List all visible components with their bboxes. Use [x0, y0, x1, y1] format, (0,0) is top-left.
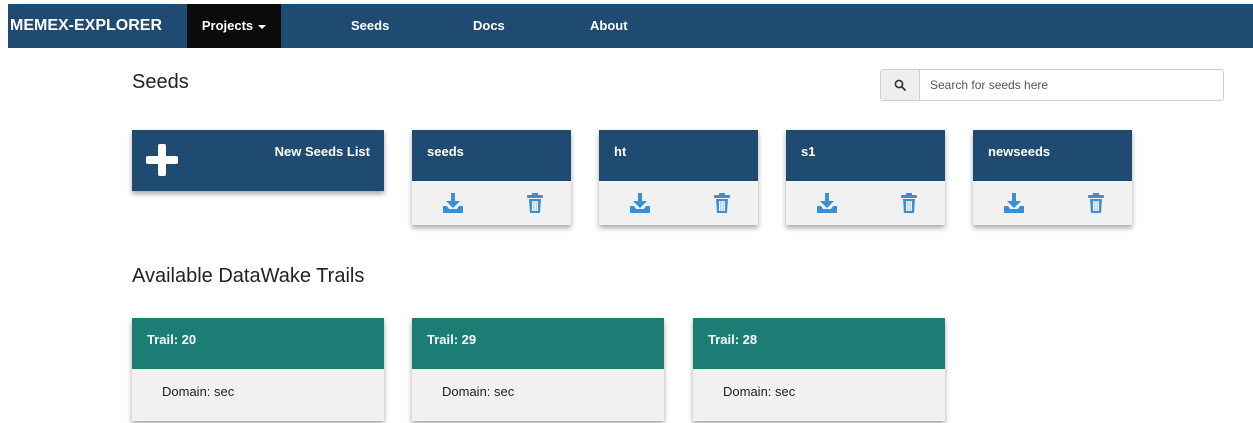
nav-projects-label: Projects	[201, 18, 254, 33]
trash-icon[interactable]	[1085, 192, 1107, 214]
plus-icon	[146, 144, 178, 176]
seed-list-card: ht	[599, 130, 758, 225]
new-seeds-list-card[interactable]: New Seeds List	[132, 130, 384, 191]
download-icon[interactable]	[442, 192, 464, 214]
download-icon[interactable]	[1003, 192, 1025, 214]
seed-list-title[interactable]: s1	[786, 130, 945, 181]
nav-docs[interactable]: Docs	[473, 4, 505, 48]
seed-list-title[interactable]: newseeds	[973, 130, 1132, 181]
seed-list-actions	[599, 181, 758, 225]
seed-list-actions	[973, 181, 1132, 225]
search-icon	[894, 79, 906, 91]
trail-card[interactable]: Trail: 28 Domain: sec	[693, 318, 945, 421]
trail-card[interactable]: Trail: 20 Domain: sec	[132, 318, 384, 421]
trail-domain: Domain: sec	[162, 384, 235, 399]
seed-list-actions	[786, 181, 945, 225]
trail-card[interactable]: Trail: 29 Domain: sec	[412, 318, 664, 421]
seed-list-actions	[412, 181, 571, 225]
seeds-section-title: Seeds	[132, 71, 189, 93]
trail-title: Trail: 20	[132, 318, 384, 369]
nav-about[interactable]: About	[590, 4, 628, 48]
search-box	[880, 69, 1224, 101]
seed-list-title[interactable]: seeds	[412, 130, 571, 181]
trail-domain: Domain: sec	[442, 384, 515, 399]
caret-down-icon	[258, 24, 267, 29]
trash-icon[interactable]	[711, 192, 733, 214]
seed-list-title[interactable]: ht	[599, 130, 758, 181]
trail-domain: Domain: sec	[723, 384, 796, 399]
nav-seeds[interactable]: Seeds	[351, 4, 389, 48]
search-input[interactable]	[920, 70, 1223, 100]
trails-section-title: Available DataWake Trails	[132, 265, 365, 287]
seed-list-card: s1	[786, 130, 945, 225]
brand-logo[interactable]: MEMEX-EXPLORER	[8, 4, 187, 48]
trash-icon[interactable]	[898, 192, 920, 214]
download-icon[interactable]	[816, 192, 838, 214]
trash-icon[interactable]	[524, 192, 546, 214]
search-addon	[881, 70, 920, 100]
navbar: MEMEX-EXPLORER Projects Seeds Docs About	[8, 4, 1253, 48]
trail-title: Trail: 29	[412, 318, 664, 369]
download-icon[interactable]	[629, 192, 651, 214]
seed-list-card: newseeds	[973, 130, 1132, 225]
trail-title: Trail: 28	[693, 318, 945, 369]
seed-list-card: seeds	[412, 130, 571, 225]
nav-projects-dropdown[interactable]: Projects	[187, 4, 281, 48]
new-seeds-list-label: New Seeds List	[274, 144, 370, 159]
